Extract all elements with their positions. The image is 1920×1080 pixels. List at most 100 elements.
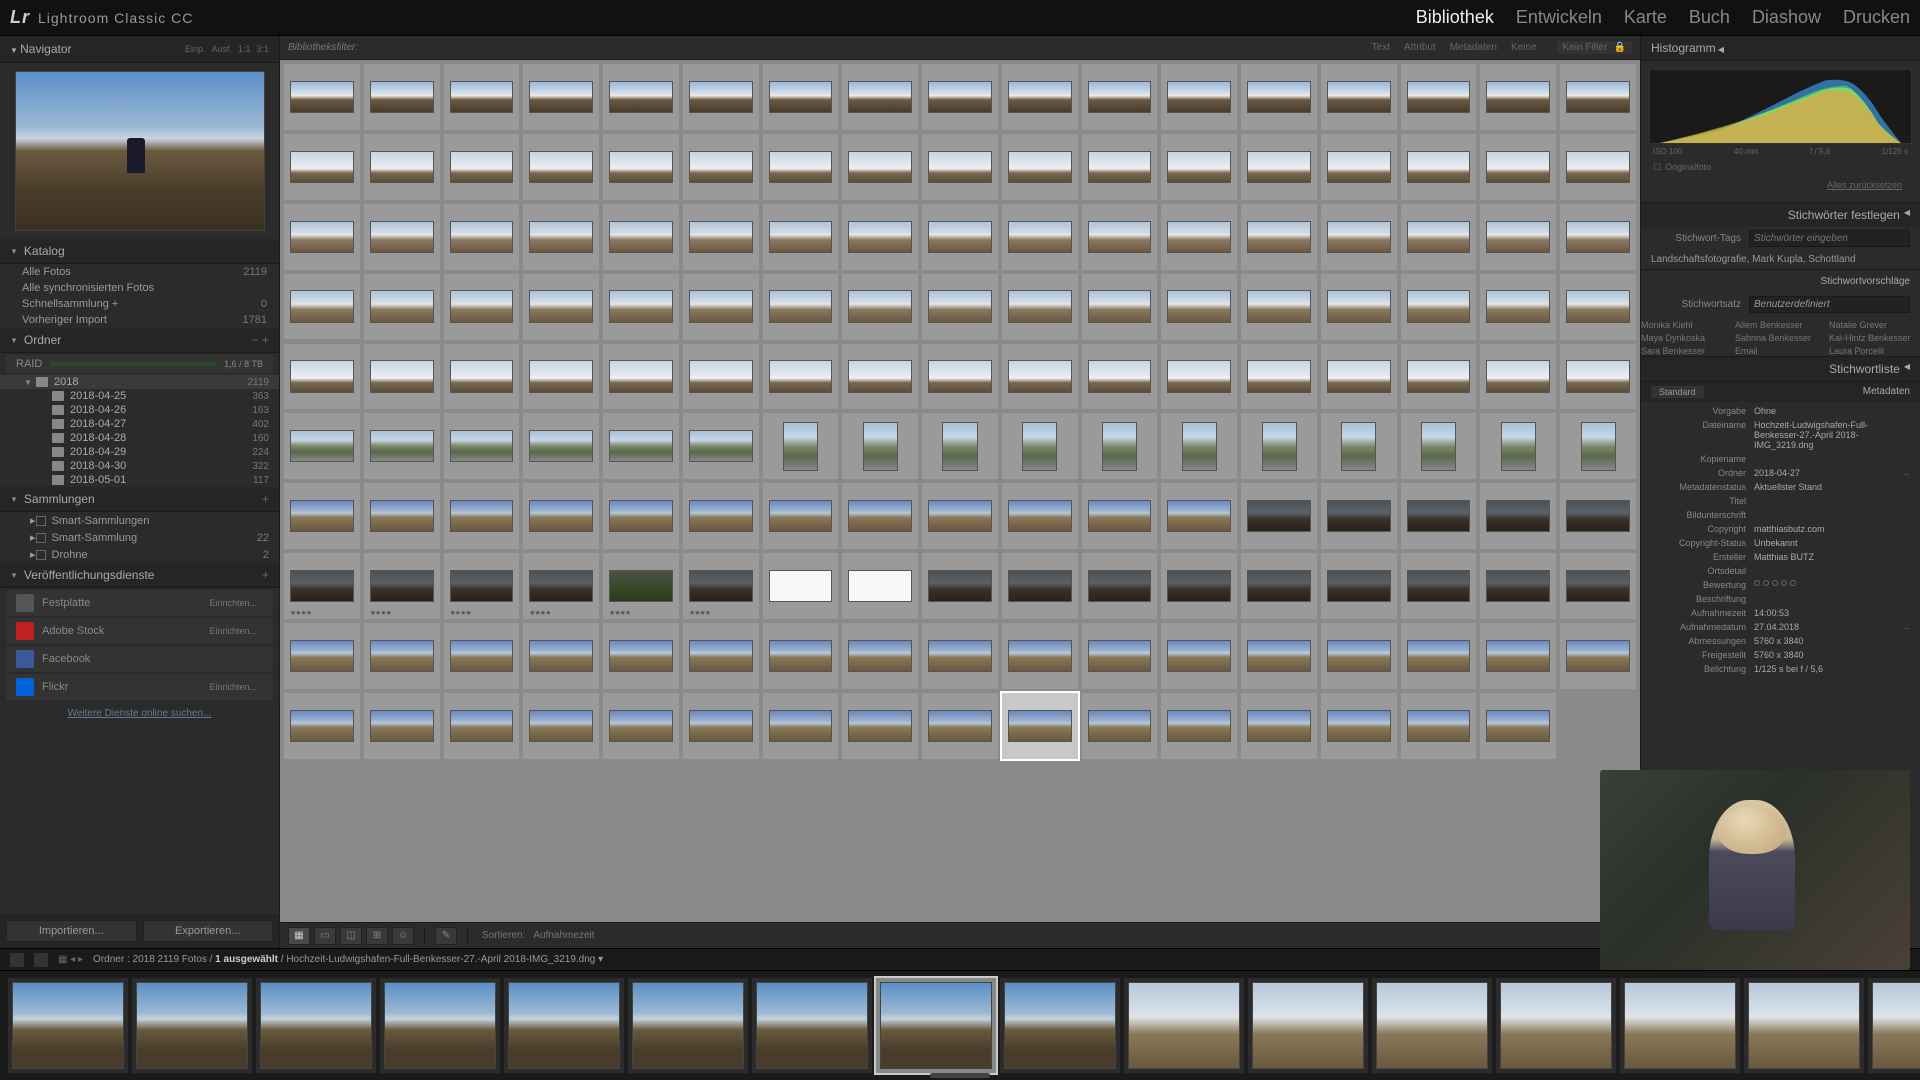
filmstrip-thumb[interactable]: [1000, 978, 1120, 1073]
thumbnail-cell[interactable]: [1002, 344, 1078, 410]
thumbnail-cell[interactable]: [1082, 623, 1158, 689]
thumbnail-cell[interactable]: [603, 64, 679, 130]
thumbnail-cell[interactable]: [523, 483, 599, 549]
thumbnail-cell[interactable]: [284, 413, 360, 479]
metadata-row[interactable]: Ordner2018-04-27→: [1641, 466, 1920, 480]
thumbnail-cell[interactable]: [523, 623, 599, 689]
thumbnail-cell[interactable]: [1560, 413, 1636, 479]
thumbnail-cell[interactable]: [1241, 204, 1317, 270]
grid-view[interactable]: ★★★★★★★★★★★★★★★★★★★★★★★★: [280, 60, 1640, 922]
thumbnail-cell[interactable]: [1401, 623, 1477, 689]
thumbnail-cell[interactable]: [683, 64, 759, 130]
thumbnail-cell[interactable]: [1082, 693, 1158, 759]
filmstrip-thumb[interactable]: [1496, 978, 1616, 1073]
import-button[interactable]: Importieren...: [6, 920, 137, 942]
thumbnail-cell[interactable]: [1321, 204, 1397, 270]
thumbnail-cell[interactable]: [523, 693, 599, 759]
thumbnail-cell[interactable]: [444, 204, 520, 270]
publish-more-link[interactable]: Weitere Dienste online suchen...: [0, 702, 279, 725]
thumbnail-cell[interactable]: [523, 64, 599, 130]
thumbnail-cell[interactable]: [1082, 553, 1158, 619]
kw-suggestion[interactable]: Sara Benkesser: [1641, 346, 1732, 356]
people-view-button[interactable]: ☺: [392, 927, 414, 945]
thumbnail-cell[interactable]: [1480, 274, 1556, 340]
thumbnail-cell[interactable]: [1560, 483, 1636, 549]
thumbnail-cell[interactable]: ★★★★: [444, 553, 520, 619]
compare-view-button[interactable]: ◫: [340, 927, 362, 945]
metadata-row[interactable]: Aufnahmezeit14:00:53: [1641, 606, 1920, 620]
thumbnail-cell[interactable]: [842, 344, 918, 410]
survey-view-button[interactable]: ⊞: [366, 927, 388, 945]
thumbnail-cell[interactable]: [603, 413, 679, 479]
metadata-row[interactable]: VorgabeOhne: [1641, 404, 1920, 418]
thumbnail-cell[interactable]: [1560, 623, 1636, 689]
filmstrip-thumb[interactable]: [380, 978, 500, 1073]
catalog-item[interactable]: Alle synchronisierten Fotos: [0, 280, 279, 296]
thumbnail-cell[interactable]: [1082, 413, 1158, 479]
folder-item[interactable]: ▼20182119: [0, 375, 279, 389]
grid-nav-icon[interactable]: ▦ ◂ ▸: [58, 954, 83, 965]
filter-preset[interactable]: Kein Filter 🔒: [1557, 41, 1632, 54]
collection-item[interactable]: ▸ Smart-Sammlung22: [0, 529, 279, 546]
thumbnail-cell[interactable]: [1480, 64, 1556, 130]
thumbnail-cell[interactable]: [1241, 693, 1317, 759]
kw-set-dropdown[interactable]: Benutzerdefiniert: [1749, 296, 1910, 313]
keywords-header[interactable]: Stichwörter festlegen: [1641, 203, 1920, 227]
thumbnail-cell[interactable]: [763, 623, 839, 689]
keyword-list-header[interactable]: Stichwortliste: [1641, 357, 1920, 381]
export-button[interactable]: Exportieren...: [143, 920, 274, 942]
thumbnail-cell[interactable]: [523, 413, 599, 479]
thumbnail-cell[interactable]: [523, 344, 599, 410]
thumbnail-cell[interactable]: [842, 134, 918, 200]
folder-item[interactable]: 2018-04-26163: [0, 403, 279, 417]
thumbnail-cell[interactable]: [1401, 64, 1477, 130]
thumbnail-cell[interactable]: [1560, 64, 1636, 130]
thumbnail-cell[interactable]: [1560, 134, 1636, 200]
thumbnail-cell[interactable]: [842, 274, 918, 340]
thumbnail-cell[interactable]: [1321, 413, 1397, 479]
thumbnail-cell[interactable]: [1321, 134, 1397, 200]
kw-suggestion[interactable]: Email: [1735, 346, 1826, 356]
metadata-row[interactable]: Titel: [1641, 494, 1920, 508]
thumbnail-cell[interactable]: [1161, 204, 1237, 270]
thumbnail-cell[interactable]: [922, 64, 998, 130]
thumbnail-cell[interactable]: [1082, 134, 1158, 200]
filmstrip-thumb[interactable]: [1248, 978, 1368, 1073]
thumbnail-cell[interactable]: [603, 274, 679, 340]
filmstrip-thumb[interactable]: [1868, 978, 1920, 1073]
thumbnail-cell[interactable]: [922, 483, 998, 549]
thumbnail-cell[interactable]: [683, 413, 759, 479]
thumbnail-cell[interactable]: ★★★★: [683, 553, 759, 619]
thumbnail-cell[interactable]: ★★★★: [284, 553, 360, 619]
thumbnail-cell[interactable]: [1560, 553, 1636, 619]
navigator-header[interactable]: Navigator Einp. Ausf. 1:1 3:1: [0, 36, 279, 63]
filter-tab[interactable]: Text: [1372, 42, 1390, 53]
filmstrip-thumb[interactable]: [8, 978, 128, 1073]
filmstrip-thumb[interactable]: [504, 978, 624, 1073]
folder-item[interactable]: 2018-04-28160: [0, 431, 279, 445]
metadata-row[interactable]: Ortsdetail: [1641, 564, 1920, 578]
collections-header[interactable]: Sammlungen +: [0, 487, 279, 512]
filmstrip-thumb[interactable]: [876, 978, 996, 1073]
thumbnail-cell[interactable]: [763, 553, 839, 619]
thumbnail-cell[interactable]: [683, 344, 759, 410]
thumbnail-cell[interactable]: [284, 693, 360, 759]
thumbnail-cell[interactable]: [1002, 204, 1078, 270]
thumbnail-cell[interactable]: [763, 413, 839, 479]
thumbnail-cell[interactable]: [1241, 64, 1317, 130]
thumbnail-cell[interactable]: [1480, 204, 1556, 270]
thumbnail-cell[interactable]: [1002, 413, 1078, 479]
thumbnail-cell[interactable]: [1480, 413, 1556, 479]
thumbnail-cell[interactable]: [603, 204, 679, 270]
kw-suggestion[interactable]: Maya Dynkoska: [1641, 333, 1732, 343]
folder-item[interactable]: 2018-04-30322: [0, 459, 279, 473]
thumbnail-cell[interactable]: [603, 483, 679, 549]
thumbnail-cell[interactable]: [364, 623, 440, 689]
thumbnail-cell[interactable]: [1401, 553, 1477, 619]
folder-item[interactable]: 2018-04-27402: [0, 417, 279, 431]
thumbnail-cell[interactable]: ★★★★: [603, 553, 679, 619]
thumbnail-cell[interactable]: [922, 623, 998, 689]
thumbnail-cell[interactable]: [364, 64, 440, 130]
navigator-preview[interactable]: [0, 63, 279, 239]
kw-suggestion[interactable]: Monika Kiehl: [1641, 320, 1732, 330]
